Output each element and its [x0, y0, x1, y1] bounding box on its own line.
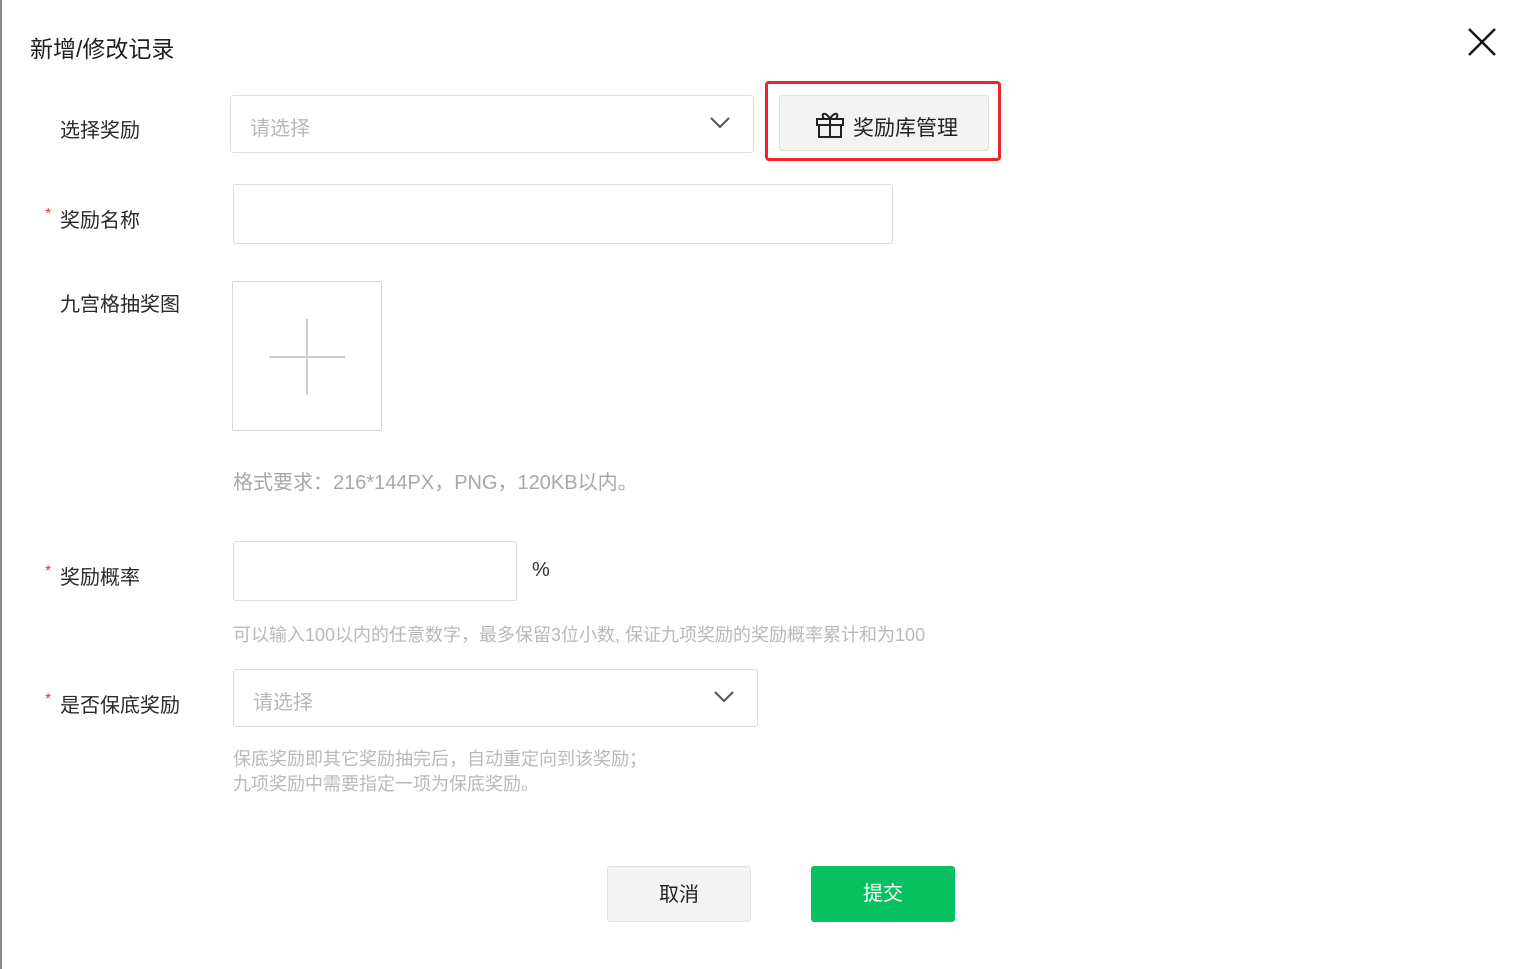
reward-select-placeholder: 请选择: [250, 118, 310, 140]
percent-unit: %: [532, 559, 550, 581]
reward-name-label: 奖励名称: [60, 210, 140, 232]
reward-select-label: 选择奖励: [60, 120, 140, 142]
required-mark: *: [45, 563, 52, 580]
close-icon: [1468, 28, 1496, 56]
image-format-hint: 格式要求：216*144PX，PNG，120KB以内。: [233, 472, 638, 494]
chevron-down-icon: [710, 117, 730, 129]
fallback-hint-line2: 九项奖励中需要指定一项为保底奖励。: [233, 774, 539, 794]
reward-name-input[interactable]: [233, 184, 893, 244]
probability-hint: 可以输入100以内的任意数字，最多保留3位小数, 保证九项奖励的奖励概率累计和为…: [233, 625, 926, 645]
left-border: [0, 0, 2, 969]
submit-button[interactable]: 提交: [811, 866, 955, 922]
close-button[interactable]: [1466, 26, 1498, 58]
probability-label: 奖励概率: [60, 567, 140, 589]
required-mark: *: [45, 206, 52, 223]
gift-icon: [816, 112, 844, 138]
probability-input[interactable]: [233, 541, 517, 601]
reward-select[interactable]: 请选择: [230, 95, 754, 153]
fallback-hint-line1: 保底奖励即其它奖励抽完后，自动重定向到该奖励；: [233, 749, 647, 769]
fallback-select-placeholder: 请选择: [253, 692, 313, 714]
plus-icon: [269, 319, 345, 395]
reward-library-button[interactable]: 奖励库管理: [779, 95, 989, 151]
dialog-title: 新增/修改记录: [30, 36, 175, 62]
required-mark: *: [45, 691, 52, 708]
cancel-button[interactable]: 取消: [607, 866, 751, 922]
fallback-select[interactable]: 请选择: [233, 669, 758, 727]
grid-image-label: 九宫格抽奖图: [60, 294, 180, 316]
chevron-down-icon: [714, 691, 734, 703]
reward-library-label: 奖励库管理: [853, 117, 958, 140]
image-upload[interactable]: [232, 281, 382, 431]
fallback-label: 是否保底奖励: [60, 695, 180, 717]
